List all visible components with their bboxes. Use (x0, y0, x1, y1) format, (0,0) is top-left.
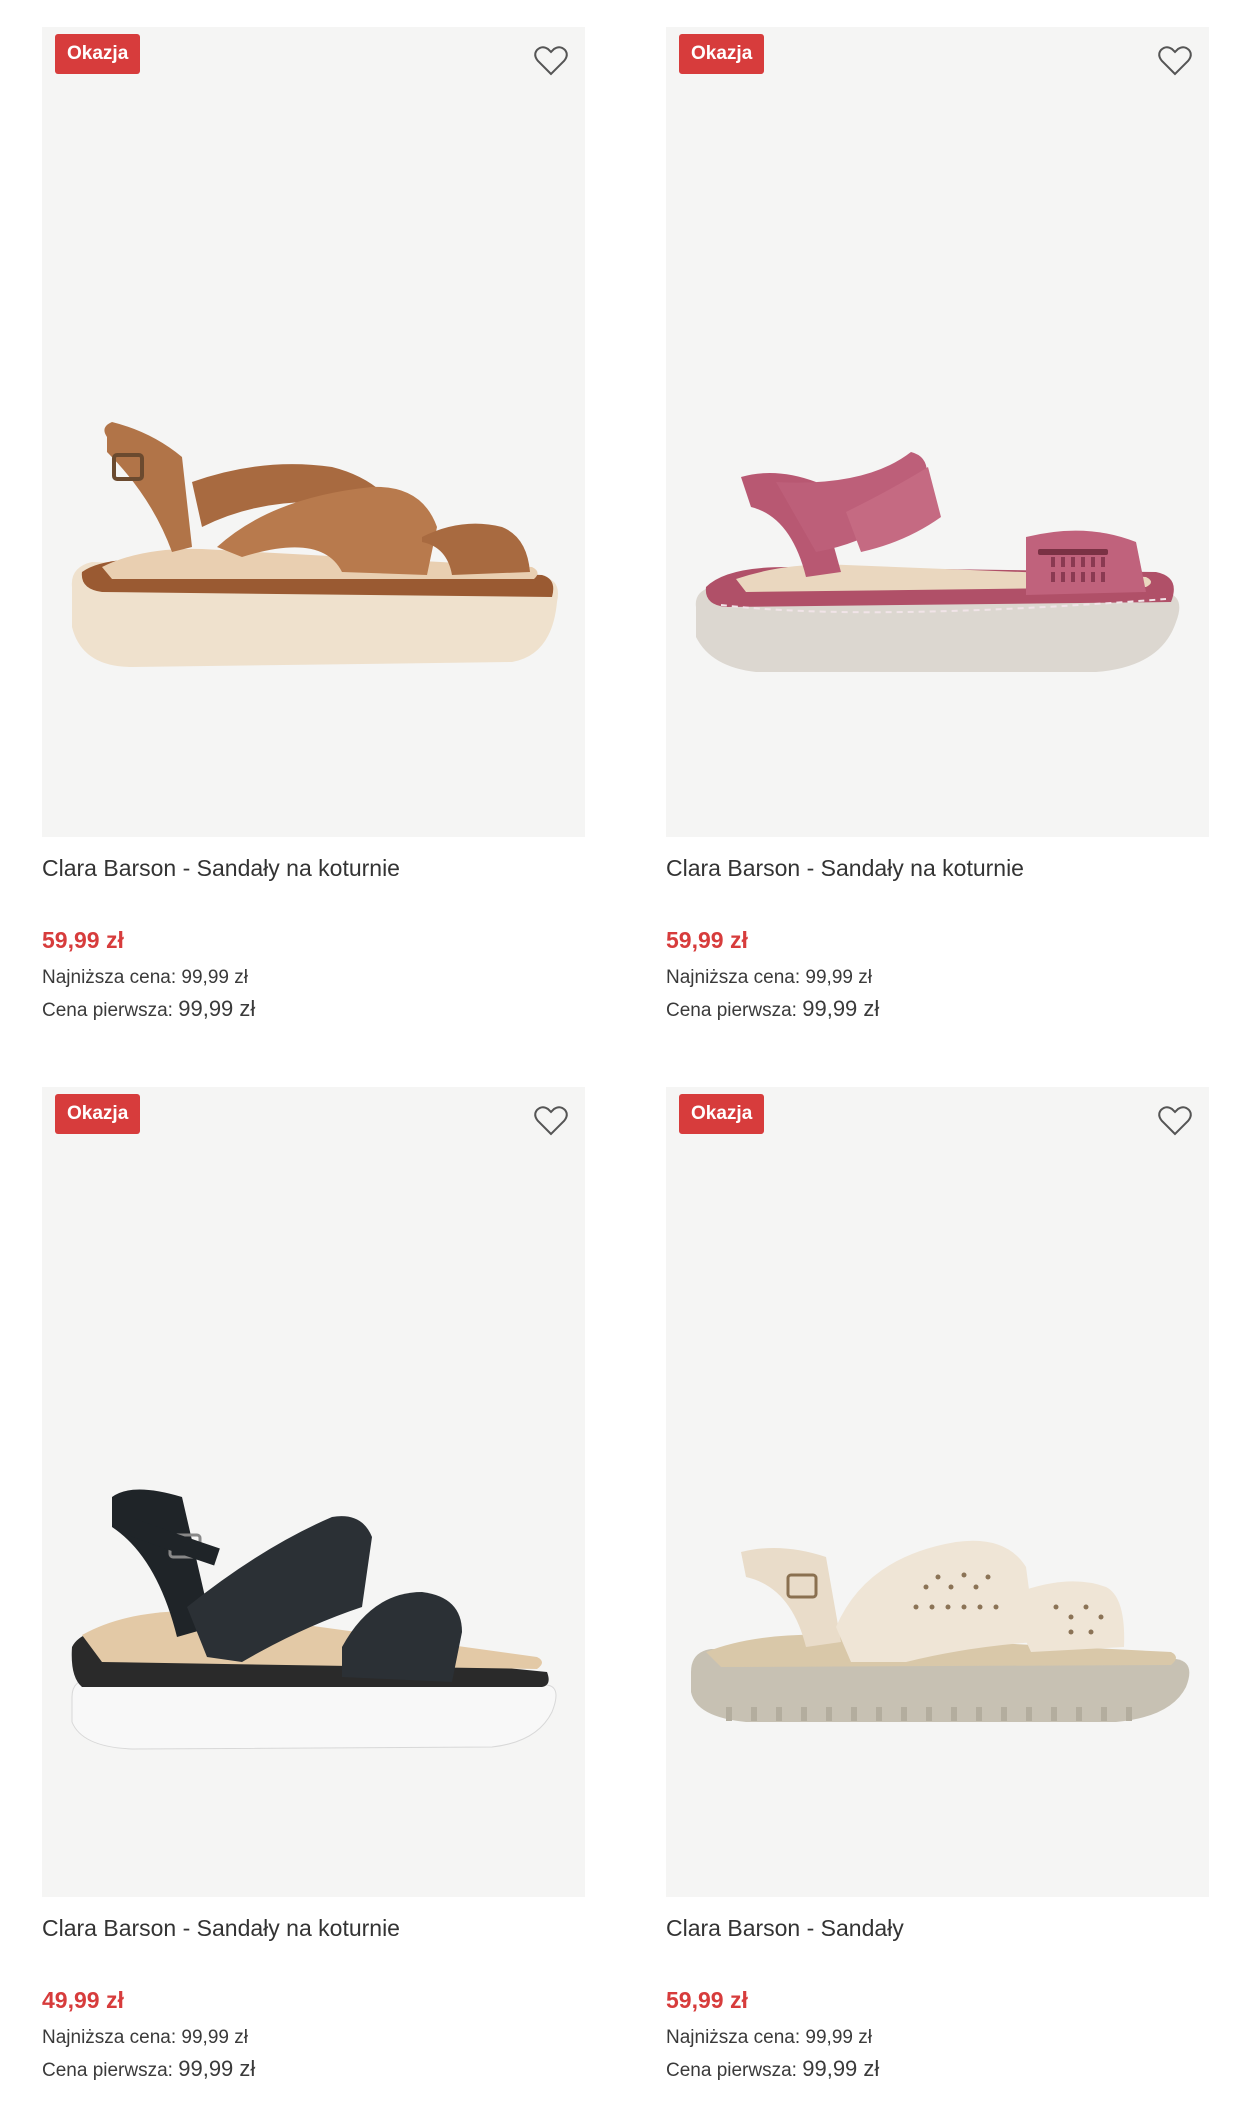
product-title-link[interactable]: Clara Barson - Sandały na koturnie (666, 855, 1024, 882)
first-price-label: Cena pierwsza: (666, 2060, 797, 2081)
product-image-area[interactable]: Okazja (666, 27, 1209, 837)
product-title-link[interactable]: Clara Barson - Sandały na koturnie (42, 855, 400, 882)
lowest-price-label: Najniższa cena: (42, 2027, 177, 2048)
deal-badge: Okazja (679, 1094, 765, 1134)
product-card[interactable]: Okazja Clara Barson - Sandały na koturni… (666, 27, 1209, 1037)
lowest-price: Najniższa cena: 99,99 zł (42, 2027, 248, 2049)
wishlist-heart-icon[interactable] (531, 1101, 571, 1141)
deal-badge: Okazja (55, 1094, 141, 1134)
first-price-label: Cena pierwsza: (666, 1000, 797, 1021)
lowest-price-value: 99,99 zł (805, 967, 872, 988)
product-image-area[interactable]: Okazja (42, 1087, 585, 1897)
lowest-price-value: 99,99 zł (181, 2027, 248, 2048)
first-price: Cena pierwsza: 99,99 zł (42, 996, 255, 1022)
lowest-price-value: 99,99 zł (805, 2027, 872, 2048)
lowest-price: Najniższa cena: 99,99 zł (666, 2027, 872, 2049)
product-price: 59,99 zł (666, 1987, 748, 2013)
product-price: 59,99 zł (42, 927, 124, 953)
first-price-value: 99,99 zł (802, 2056, 880, 2081)
lowest-price-label: Najniższa cena: (666, 2027, 801, 2048)
product-card[interactable]: Okazja Clara Barson - Sandały 59,99 zł N… (666, 1087, 1209, 2097)
product-title-link[interactable]: Clara Barson - Sandały na koturnie (42, 1915, 400, 1942)
first-price: Cena pierwsza: 99,99 zł (42, 2056, 255, 2082)
lowest-price: Najniższa cena: 99,99 zł (42, 967, 248, 989)
first-price: Cena pierwsza: 99,99 zł (666, 2056, 879, 2082)
wishlist-heart-icon[interactable] (1155, 41, 1195, 81)
product-card[interactable]: Okazja Clara Barson - Sandały na koturni… (42, 1087, 585, 2097)
product-image-black-sandal[interactable] (42, 1087, 585, 1897)
lowest-price-value: 99,99 zł (181, 967, 248, 988)
first-price: Cena pierwsza: 99,99 zł (666, 996, 879, 1022)
lowest-price-label: Najniższa cena: (42, 967, 177, 988)
product-title-link[interactable]: Clara Barson - Sandały (666, 1915, 904, 1942)
product-card[interactable]: Okazja Clara Barson - Sandały na koturni… (42, 27, 585, 1037)
product-price: 49,99 zł (42, 1987, 124, 2013)
first-price-value: 99,99 zł (178, 996, 256, 1021)
first-price-label: Cena pierwsza: (42, 2060, 173, 2081)
first-price-label: Cena pierwsza: (42, 1000, 173, 1021)
deal-badge: Okazja (679, 34, 765, 74)
first-price-value: 99,99 zł (802, 996, 880, 1021)
product-image-pink-sandal[interactable] (666, 27, 1209, 837)
product-image-area[interactable]: Okazja (42, 27, 585, 837)
wishlist-heart-icon[interactable] (1155, 1101, 1195, 1141)
product-image-tan-sandal[interactable] (42, 27, 585, 837)
product-price: 59,99 zł (666, 927, 748, 953)
first-price-value: 99,99 zł (178, 2056, 256, 2081)
deal-badge: Okazja (55, 34, 141, 74)
lowest-price: Najniższa cena: 99,99 zł (666, 967, 872, 989)
wishlist-heart-icon[interactable] (531, 41, 571, 81)
lowest-price-label: Najniższa cena: (666, 967, 801, 988)
product-image-area[interactable]: Okazja (666, 1087, 1209, 1897)
product-image-beige-sandal[interactable] (666, 1087, 1209, 1897)
